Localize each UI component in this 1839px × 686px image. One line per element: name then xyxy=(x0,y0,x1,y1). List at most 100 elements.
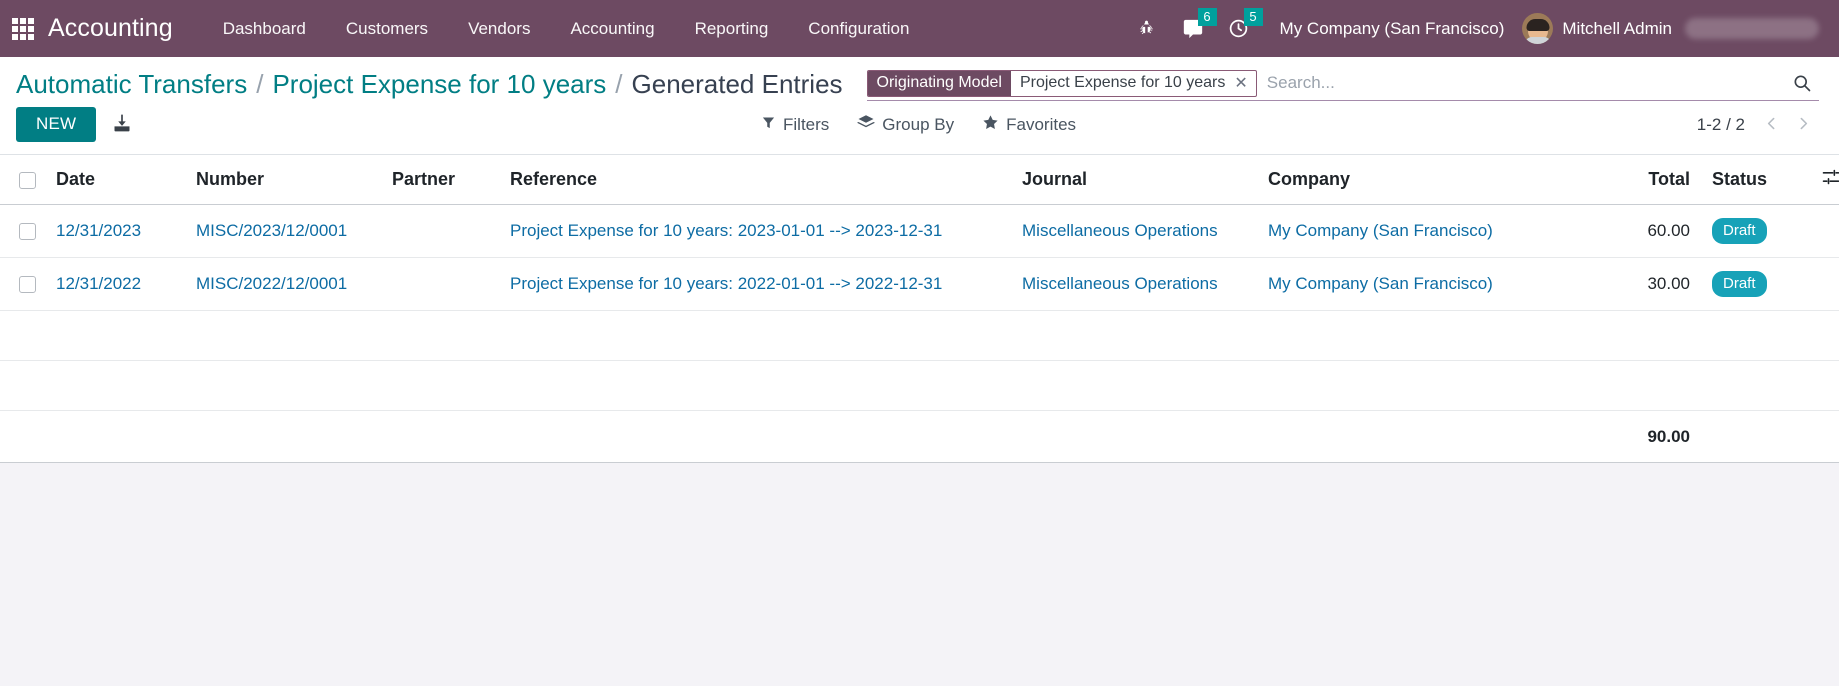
pager: 1-2 / 2 xyxy=(1697,110,1823,140)
breadcrumb-separator: / xyxy=(256,68,264,99)
app-brand-title[interactable]: Accounting xyxy=(48,14,173,43)
cell-status[interactable]: Draft xyxy=(1704,204,1809,259)
import-records-button[interactable] xyxy=(104,109,140,140)
select-all-header xyxy=(0,155,48,206)
table-footer: 90.00 xyxy=(0,410,1839,464)
table-row[interactable]: 12/31/2023 MISC/2023/12/0001 Project Exp… xyxy=(0,204,1839,259)
apps-grid-icon[interactable] xyxy=(10,16,36,42)
cell-journal[interactable]: Miscellaneous Operations xyxy=(1014,257,1260,312)
cell-total[interactable]: 60.00 xyxy=(1556,204,1704,259)
systray: 6 5 My Company (San Francisco) Mitchell … xyxy=(1124,0,1825,57)
column-header-date[interactable]: Date xyxy=(48,155,188,206)
layers-icon xyxy=(857,113,876,136)
sliders-icon[interactable] xyxy=(1821,167,1839,187)
status-badge: Draft xyxy=(1712,218,1767,245)
group-by-button[interactable]: Group By xyxy=(843,108,968,141)
menu-item-customers[interactable]: Customers xyxy=(326,0,448,57)
breadcrumb-item-automatic-transfers[interactable]: Automatic Transfers xyxy=(16,69,247,100)
redacted-overlay xyxy=(1685,18,1819,39)
search-facet-originating-model[interactable]: Originating Model Project Expense for 10… xyxy=(866,69,1257,97)
table-header-row: Date Number Partner Reference Journal Co… xyxy=(0,155,1839,206)
footer-status-cell xyxy=(1704,410,1809,464)
row-checkbox[interactable] xyxy=(18,276,36,294)
cell-date[interactable]: 12/31/2023 xyxy=(48,204,188,259)
cell-total[interactable]: 30.00 xyxy=(1556,257,1704,312)
search-input[interactable] xyxy=(1256,69,1785,97)
main-menu: Dashboard Customers Vendors Accounting R… xyxy=(203,0,930,57)
cell-status[interactable]: Draft xyxy=(1704,257,1809,312)
empty-row xyxy=(0,310,1839,362)
activities-button[interactable]: 5 xyxy=(1216,0,1263,57)
cell-company[interactable]: My Company (San Francisco) xyxy=(1260,204,1556,259)
column-header-total[interactable]: Total xyxy=(1556,155,1704,206)
search-view: Originating Model Project Expense for 10… xyxy=(866,67,1819,101)
favorites-button[interactable]: Favorites xyxy=(968,109,1090,141)
debug-menu-button[interactable] xyxy=(1124,0,1170,57)
bug-icon xyxy=(1137,19,1156,38)
top-navbar: Accounting Dashboard Customers Vendors A… xyxy=(0,0,1839,57)
avatar xyxy=(1522,13,1554,44)
menu-item-dashboard[interactable]: Dashboard xyxy=(203,0,326,57)
messages-button[interactable]: 6 xyxy=(1170,0,1217,57)
footer-company-cell xyxy=(1260,410,1556,464)
cell-optional xyxy=(1809,257,1839,312)
search-facet-label: Originating Model xyxy=(867,70,1011,96)
menu-item-configuration[interactable]: Configuration xyxy=(788,0,929,57)
pager-previous-button[interactable] xyxy=(1757,110,1787,140)
close-icon[interactable]: ✕ xyxy=(1232,71,1255,96)
column-header-status[interactable]: Status xyxy=(1704,155,1809,206)
footer-total-sum: 90.00 xyxy=(1556,410,1704,464)
filter-funnel-icon xyxy=(761,115,776,135)
table-row[interactable]: 12/31/2022 MISC/2022/12/0001 Project Exp… xyxy=(0,257,1839,312)
page-background-filler xyxy=(0,463,1839,686)
cell-partner[interactable] xyxy=(384,257,502,312)
footer-number-cell xyxy=(188,410,384,464)
row-checkbox[interactable] xyxy=(18,223,36,241)
filters-button[interactable]: Filters xyxy=(747,110,843,140)
company-switcher[interactable]: My Company (San Francisco) xyxy=(1262,19,1519,39)
cell-optional xyxy=(1809,204,1839,259)
search-facet-value: Project Expense for 10 years xyxy=(1019,74,1226,91)
footer-optional-cell xyxy=(1809,410,1839,464)
column-header-company[interactable]: Company xyxy=(1260,155,1556,206)
control-panel-top: Automatic Transfers / Project Expense fo… xyxy=(0,57,1839,101)
footer-reference-cell xyxy=(502,410,1014,464)
filters-label: Filters xyxy=(783,114,830,134)
menu-item-reporting[interactable]: Reporting xyxy=(675,0,789,57)
activities-badge: 5 xyxy=(1243,8,1263,26)
pager-range[interactable]: 1-2 / 2 xyxy=(1697,115,1755,135)
records-table: Date Number Partner Reference Journal Co… xyxy=(0,155,1839,464)
menu-item-accounting[interactable]: Accounting xyxy=(550,0,674,57)
column-header-reference[interactable]: Reference xyxy=(502,155,1014,206)
cell-partner[interactable] xyxy=(384,204,502,259)
cell-number[interactable]: MISC/2022/12/0001 xyxy=(188,257,384,312)
cell-journal[interactable]: Miscellaneous Operations xyxy=(1014,204,1260,259)
import-download-icon xyxy=(112,113,132,136)
row-select-cell xyxy=(0,257,48,312)
cell-date[interactable]: 12/31/2022 xyxy=(48,257,188,312)
cell-number[interactable]: MISC/2023/12/0001 xyxy=(188,204,384,259)
search-icon[interactable] xyxy=(1785,68,1819,98)
column-header-journal[interactable]: Journal xyxy=(1014,155,1260,206)
group-by-label: Group By xyxy=(882,114,955,134)
select-all-checkbox[interactable] xyxy=(18,172,36,190)
chevron-right-icon xyxy=(1795,115,1812,135)
breadcrumb: Automatic Transfers / Project Expense fo… xyxy=(16,69,843,100)
optional-columns-header xyxy=(1809,155,1839,206)
footer-partner-cell xyxy=(384,410,502,464)
status-badge: Draft xyxy=(1712,271,1767,298)
user-menu[interactable]: Mitchell Admin xyxy=(1518,13,1825,44)
list-view: Date Number Partner Reference Journal Co… xyxy=(0,155,1839,686)
cell-reference[interactable]: Project Expense for 10 years: 2022-01-01… xyxy=(502,257,1014,312)
cell-reference[interactable]: Project Expense for 10 years: 2023-01-01… xyxy=(502,204,1014,259)
pager-next-button[interactable] xyxy=(1789,110,1819,140)
table-head: Date Number Partner Reference Journal Co… xyxy=(0,155,1839,206)
menu-item-vendors[interactable]: Vendors xyxy=(448,0,550,57)
row-select-cell xyxy=(0,204,48,259)
new-button[interactable]: NEW xyxy=(16,107,97,143)
breadcrumb-item-project-expense[interactable]: Project Expense for 10 years xyxy=(272,69,606,100)
cell-company[interactable]: My Company (San Francisco) xyxy=(1260,257,1556,312)
user-name: Mitchell Admin xyxy=(1562,18,1672,38)
column-header-partner[interactable]: Partner xyxy=(384,155,502,206)
column-header-number[interactable]: Number xyxy=(188,155,384,206)
